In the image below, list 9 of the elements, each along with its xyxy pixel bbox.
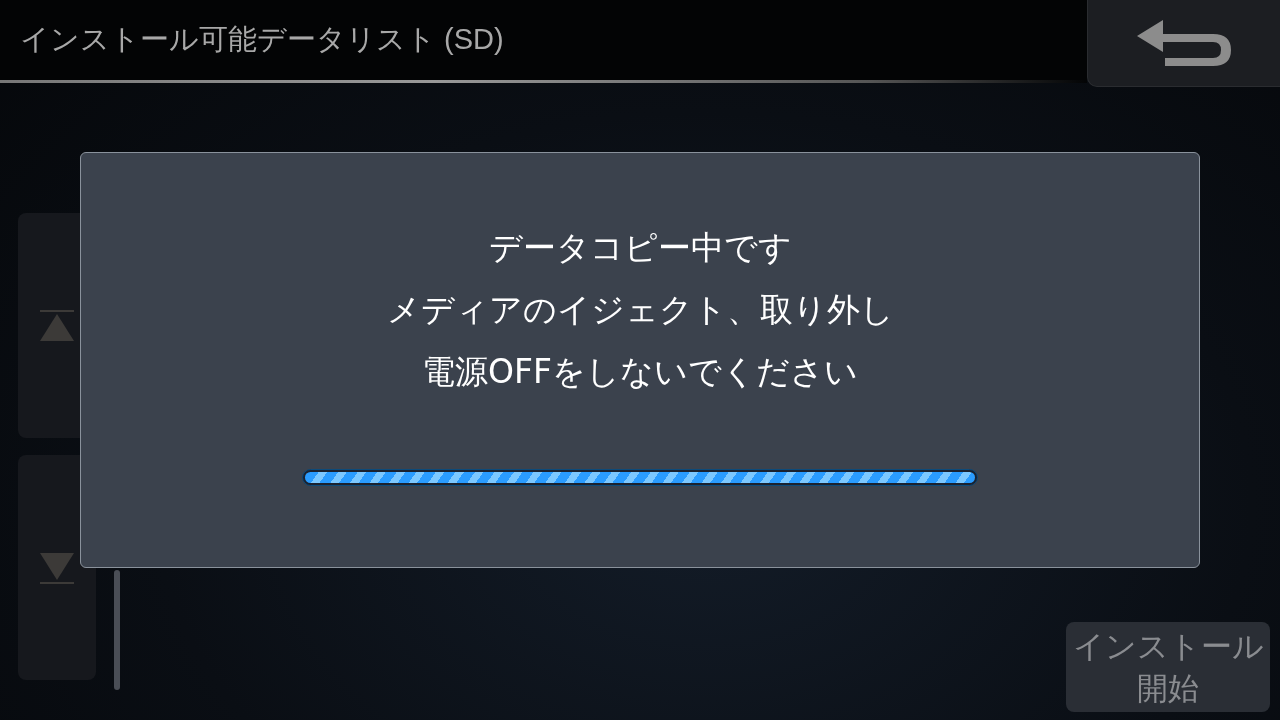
scroll-to-top-icon <box>40 309 74 342</box>
back-button[interactable] <box>1087 0 1280 87</box>
dialog-message-line: メディアのイジェクト、取り外し <box>386 289 894 331</box>
scrollbar[interactable] <box>114 570 120 690</box>
screen-title: インストール可能データリスト (SD) <box>20 22 504 57</box>
scroll-to-bottom-icon <box>40 551 74 584</box>
dialog-message-line: 電源OFFをしないでください <box>421 351 859 393</box>
dialog-message-line: データコピー中です <box>487 227 793 269</box>
back-arrow-icon <box>1135 18 1233 68</box>
